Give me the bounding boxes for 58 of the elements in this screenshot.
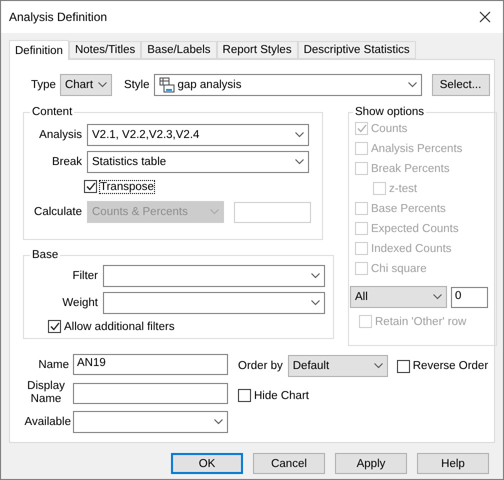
display-name-field[interactable] <box>73 382 228 404</box>
chevron-icon <box>295 159 304 165</box>
checkbox-label[interactable]: Reverse Order <box>412 360 488 372</box>
chevron-icon <box>214 419 223 425</box>
tab[interactable]: Notes/Titles <box>68 41 142 59</box>
checkbox-label[interactable]: Allow additional filters <box>64 320 175 332</box>
filter-dropdown[interactable] <box>103 265 325 287</box>
select-button[interactable]: Select... <box>432 74 490 96</box>
close-icon[interactable] <box>479 11 491 23</box>
dialog-button[interactable]: Cancel <box>253 453 325 474</box>
field-label: Calculate <box>33 206 82 218</box>
checkbox-label[interactable]: Hide Chart <box>254 390 309 402</box>
group-title: Content <box>31 106 74 118</box>
chevron-icon <box>295 132 304 138</box>
tab[interactable]: Descriptive Statistics <box>298 41 416 59</box>
tab[interactable]: Base/Labels <box>141 41 217 59</box>
field-label: Display Name <box>26 380 66 406</box>
count-field[interactable]: 0 <box>451 286 488 308</box>
chevron-icon <box>408 82 417 88</box>
checkbox[interactable] <box>396 360 410 372</box>
chevron-icon <box>433 294 442 300</box>
checkbox[interactable] <box>84 180 97 193</box>
tab[interactable]: Report Styles <box>216 41 298 59</box>
style-dropdown[interactable]: gap analysis <box>154 74 422 96</box>
group-title: Base <box>31 249 60 261</box>
checkbox-label[interactable]: Transpose <box>100 180 154 192</box>
tab[interactable]: Definition <box>9 40 69 60</box>
scope-dropdown[interactable]: All <box>350 286 447 308</box>
dialog-button[interactable]: OK <box>171 453 243 474</box>
available-dropdown[interactable] <box>73 411 228 433</box>
field-label: Order by <box>238 360 283 372</box>
field-label: Name <box>37 358 69 370</box>
weight-dropdown[interactable] <box>103 292 325 314</box>
field-label: Analysis <box>38 129 82 141</box>
chevron-icon <box>210 209 219 215</box>
type-dropdown[interactable]: Chart <box>60 74 112 96</box>
analysis-dropdown[interactable]: V2.1, V2.2,V2.3,V2.4 <box>87 124 309 146</box>
checkbox[interactable] <box>48 320 61 333</box>
order-by-dropdown[interactable]: Default <box>288 355 388 377</box>
dialog-button[interactable]: Help <box>417 453 489 474</box>
window-title: Analysis Definition <box>9 10 108 24</box>
group-title: Show options <box>354 106 426 118</box>
chevron-icon <box>98 82 107 88</box>
field-label: Weight <box>61 297 98 309</box>
field-label: Type <box>31 79 56 91</box>
chevron-icon <box>311 300 320 306</box>
input-field[interactable] <box>234 202 311 222</box>
checkbox[interactable] <box>238 389 251 402</box>
field-label: Break <box>50 156 82 168</box>
field-label: Available <box>24 416 71 428</box>
dialog-button[interactable]: Apply <box>335 453 407 474</box>
break-dropdown[interactable]: Statistics table <box>87 151 309 173</box>
name-field[interactable]: AN19 <box>73 354 228 375</box>
chevron-icon <box>311 273 320 279</box>
field-label: Style <box>124 79 150 91</box>
chevron-icon <box>374 363 383 369</box>
chart-style-icon <box>158 77 175 93</box>
field-label: Filter <box>71 270 98 282</box>
